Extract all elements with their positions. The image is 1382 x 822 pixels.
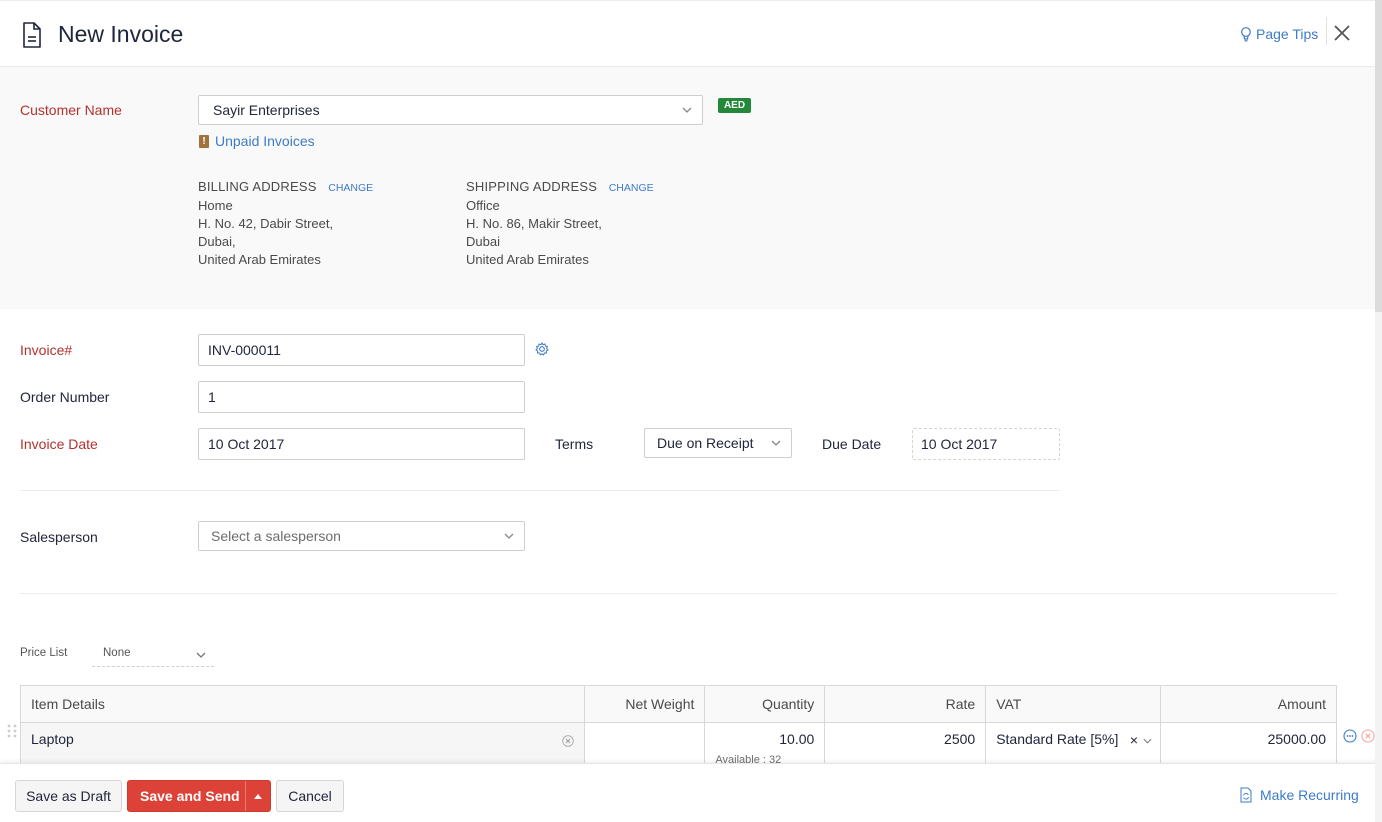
terms-select[interactable]: Due on Receipt bbox=[644, 428, 792, 458]
table-row: Laptop 10.00 Available : 32 2500 Standar… bbox=[19, 722, 1337, 766]
header-divider bbox=[1326, 17, 1327, 45]
column-header-amount: Amount bbox=[1160, 685, 1337, 723]
invoice-number-value: INV-000011 bbox=[208, 342, 281, 358]
caret-up-icon bbox=[254, 793, 262, 799]
make-recurring-label: Make Recurring bbox=[1260, 787, 1359, 803]
currency-badge: AED bbox=[718, 98, 751, 113]
items-table: Item Details Net Weight Quantity Rate VA… bbox=[19, 685, 1337, 766]
unpaid-invoices-label: Unpaid Invoices bbox=[215, 133, 315, 149]
recurring-document-icon bbox=[1240, 787, 1252, 803]
make-recurring-link[interactable]: Make Recurring bbox=[1240, 787, 1359, 803]
price-list-label: Price List bbox=[20, 647, 68, 659]
shipping-address-line: Office bbox=[466, 198, 500, 213]
section-divider bbox=[20, 593, 1337, 594]
customer-name-label: Customer Name bbox=[20, 102, 122, 118]
invoice-date-input[interactable]: 10 Oct 2017 bbox=[198, 428, 525, 460]
scrollbar-thumb[interactable] bbox=[1375, 0, 1382, 312]
billing-address-line: Dubai, bbox=[198, 234, 236, 249]
rate-cell[interactable]: 2500 bbox=[824, 722, 987, 766]
save-as-draft-button[interactable]: Save as Draft bbox=[15, 780, 122, 812]
table-header-row: Item Details Net Weight Quantity Rate VA… bbox=[19, 685, 1337, 723]
billing-address-line: H. No. 42, Dabir Street, bbox=[198, 216, 334, 231]
item-details-cell[interactable]: Laptop bbox=[19, 722, 586, 766]
save-and-send-label: Save and Send bbox=[140, 788, 240, 804]
invoice-number-input[interactable]: INV-000011 bbox=[198, 334, 525, 366]
warning-icon: ! bbox=[199, 134, 209, 148]
terms-value: Due on Receipt bbox=[657, 435, 754, 451]
remove-row-icon[interactable] bbox=[1361, 729, 1375, 743]
shipping-address: SHIPPING ADDRESS CHANGE Office H. No. 86… bbox=[466, 178, 654, 269]
due-date-value: 10 Oct 2017 bbox=[921, 436, 998, 452]
amount-cell: 25000.00 bbox=[1160, 722, 1337, 766]
salesperson-placeholder: Select a salesperson bbox=[211, 528, 341, 544]
billing-address: BILLING ADDRESS CHANGE Home H. No. 42, D… bbox=[198, 178, 373, 269]
shipping-address-line: United Arab Emirates bbox=[466, 252, 589, 267]
billing-address-change-link[interactable]: CHANGE bbox=[328, 182, 373, 194]
column-header-rate: Rate bbox=[824, 685, 987, 723]
chevron-down-icon bbox=[504, 533, 514, 539]
cancel-button[interactable]: Cancel bbox=[276, 780, 344, 812]
page-tips-label: Page Tips bbox=[1256, 26, 1319, 42]
unpaid-invoices-link[interactable]: ! Unpaid Invoices bbox=[199, 133, 315, 149]
invoice-number-label: Invoice# bbox=[20, 342, 73, 358]
terms-label: Terms bbox=[555, 436, 594, 452]
page-tips-link[interactable]: Page Tips bbox=[1240, 26, 1318, 42]
order-number-label: Order Number bbox=[20, 389, 110, 405]
order-number-input[interactable]: 1 bbox=[198, 381, 525, 413]
save-options-dropdown[interactable] bbox=[245, 781, 270, 811]
due-date-label: Due Date bbox=[822, 436, 882, 452]
price-list-select[interactable]: None bbox=[92, 642, 214, 667]
order-number-value: 1 bbox=[208, 389, 216, 405]
item-name: Laptop bbox=[31, 731, 74, 747]
quantity-cell[interactable]: 10.00 Available : 32 bbox=[704, 722, 826, 766]
vat-cell[interactable]: Standard Rate [5%] × bbox=[985, 722, 1162, 766]
footer-action-bar: Save as Draft Save and Send Cancel Make … bbox=[0, 763, 1382, 822]
vat-value: Standard Rate [5%] bbox=[996, 731, 1119, 747]
shipping-address-heading: SHIPPING ADDRESS bbox=[466, 179, 598, 194]
quantity-value: 10.00 bbox=[779, 731, 815, 747]
billing-address-line: United Arab Emirates bbox=[198, 252, 321, 267]
drag-handle-icon[interactable] bbox=[6, 723, 18, 739]
shipping-address-change-link[interactable]: CHANGE bbox=[609, 182, 654, 194]
gear-icon[interactable] bbox=[535, 342, 549, 356]
close-icon[interactable] bbox=[1333, 24, 1351, 42]
invoice-date-label: Invoice Date bbox=[20, 436, 98, 452]
shipping-address-line: Dubai bbox=[466, 234, 500, 249]
billing-address-line: Home bbox=[198, 198, 233, 213]
price-list-value: None bbox=[103, 647, 131, 659]
page-title: New Invoice bbox=[58, 21, 184, 47]
clear-item-icon[interactable] bbox=[562, 735, 575, 747]
chevron-down-icon bbox=[682, 107, 692, 113]
more-options-icon[interactable] bbox=[1343, 729, 1357, 743]
chevron-down-icon bbox=[196, 652, 206, 658]
column-header-quantity: Quantity bbox=[704, 685, 826, 723]
billing-address-heading: BILLING ADDRESS bbox=[198, 179, 317, 194]
chevron-down-icon bbox=[771, 440, 781, 446]
invoice-date-value: 10 Oct 2017 bbox=[208, 436, 285, 452]
page-header: New Invoice Page Tips bbox=[0, 0, 1375, 67]
shipping-address-line: H. No. 86, Makir Street, bbox=[466, 216, 602, 231]
salesperson-label: Salesperson bbox=[20, 529, 98, 545]
chevron-down-icon bbox=[1143, 738, 1152, 744]
salesperson-select[interactable]: Select a salesperson bbox=[198, 521, 525, 551]
lightbulb-icon bbox=[1241, 26, 1251, 41]
column-header-item-details: Item Details bbox=[19, 685, 586, 723]
document-icon bbox=[23, 22, 41, 48]
column-header-vat: VAT bbox=[985, 685, 1162, 723]
page-scrollbar[interactable] bbox=[1375, 0, 1382, 822]
section-divider bbox=[20, 490, 1060, 491]
due-date-input[interactable]: 10 Oct 2017 bbox=[912, 428, 1060, 460]
customer-name-value: Sayir Enterprises bbox=[213, 102, 320, 118]
customer-name-select[interactable]: Sayir Enterprises bbox=[198, 95, 703, 125]
clear-vat-icon[interactable]: × bbox=[1130, 732, 1138, 748]
new-invoice-page: New Invoice Page Tips Customer Name Sayi… bbox=[0, 0, 1382, 822]
column-header-net-weight: Net Weight bbox=[584, 685, 706, 723]
net-weight-cell[interactable] bbox=[584, 722, 706, 766]
